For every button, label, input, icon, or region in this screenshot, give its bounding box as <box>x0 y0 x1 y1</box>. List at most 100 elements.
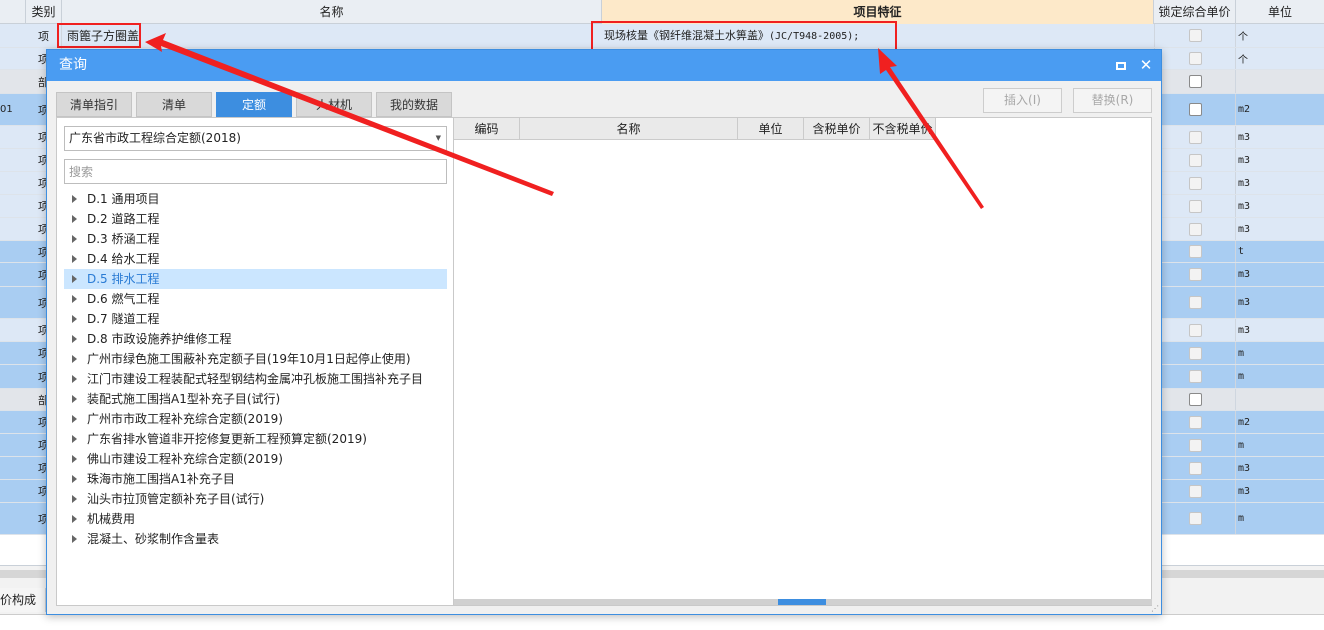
grid-header-unit[interactable]: 单位 <box>1236 0 1324 24</box>
expand-triangle-icon[interactable] <box>72 395 77 403</box>
row-unit <box>1236 70 1324 93</box>
expand-triangle-icon[interactable] <box>72 455 77 463</box>
grid-header-name[interactable]: 名称 <box>62 0 602 24</box>
tree-item[interactable]: 机械费用 <box>64 509 447 529</box>
lock-checkbox[interactable] <box>1154 195 1236 217</box>
col-header-unit[interactable]: 单位 <box>738 118 804 140</box>
row-index <box>0 48 26 69</box>
col-header-name[interactable]: 名称 <box>520 118 738 140</box>
row-unit <box>1236 389 1324 410</box>
bottom-table-header <box>0 614 1324 630</box>
dialog-titlebar[interactable]: 查询 ✕ <box>47 50 1161 81</box>
tree-item[interactable]: D.4 给水工程 <box>64 249 447 269</box>
lock-checkbox[interactable] <box>1154 342 1236 364</box>
row-unit: m3 <box>1238 485 1251 497</box>
col-header-code[interactable]: 编码 <box>454 118 520 140</box>
row-index <box>0 70 26 93</box>
row-index <box>0 195 26 217</box>
lock-checkbox[interactable] <box>1154 48 1236 69</box>
lock-checkbox[interactable] <box>1154 411 1236 433</box>
lock-checkbox[interactable] <box>1154 434 1236 456</box>
lock-checkbox[interactable] <box>1154 24 1236 47</box>
name-highlight-box <box>57 23 141 48</box>
search-input[interactable] <box>64 159 447 184</box>
lock-checkbox[interactable] <box>1154 365 1236 388</box>
tab-price-composition[interactable]: 价构成 <box>0 588 46 612</box>
lock-checkbox[interactable] <box>1154 172 1236 194</box>
expand-triangle-icon[interactable] <box>72 435 77 443</box>
row-index <box>0 287 26 318</box>
expand-triangle-icon[interactable] <box>72 195 77 203</box>
expand-triangle-icon[interactable] <box>72 335 77 343</box>
chevron-down-icon[interactable]: ▼ <box>436 127 441 150</box>
tab-my-data[interactable]: 我的数据 <box>376 92 452 117</box>
tree-item[interactable]: D.3 桥涵工程 <box>64 229 447 249</box>
lock-checkbox[interactable] <box>1154 389 1236 410</box>
tree-item[interactable]: 混凝土、砂浆制作含量表 <box>64 529 447 549</box>
expand-triangle-icon[interactable] <box>72 275 77 283</box>
maximize-icon[interactable] <box>1112 56 1130 74</box>
lock-checkbox[interactable] <box>1154 149 1236 171</box>
expand-triangle-icon[interactable] <box>72 355 77 363</box>
tab-labor-material-machine[interactable]: 人材机 <box>296 92 372 117</box>
row-index: 01 <box>0 104 13 115</box>
grid-header-lock[interactable]: 锁定综合单价 <box>1154 0 1236 24</box>
tree-item[interactable]: 广东省排水管道非开挖修复更新工程预算定额(2019) <box>64 429 447 449</box>
replace-button[interactable]: 替换(R) <box>1073 88 1152 113</box>
lock-checkbox[interactable] <box>1154 70 1236 93</box>
tree-item[interactable]: 装配式施工围挡A1型补充子目(试行) <box>64 389 447 409</box>
resize-grip-icon[interactable]: ⋰ <box>1151 604 1159 613</box>
lock-checkbox[interactable] <box>1154 287 1236 318</box>
tree-item[interactable]: 汕头市拉顶管定额补充子目(试行) <box>64 489 447 509</box>
lock-checkbox[interactable] <box>1154 319 1236 341</box>
expand-triangle-icon[interactable] <box>72 215 77 223</box>
expand-triangle-icon[interactable] <box>72 415 77 423</box>
row-unit: m3 <box>1238 324 1251 336</box>
lock-checkbox[interactable] <box>1154 457 1236 479</box>
tab-quota[interactable]: 定额 <box>216 92 292 117</box>
expand-triangle-icon[interactable] <box>72 375 77 383</box>
tree-item[interactable]: 珠海市施工围挡A1补充子目 <box>64 469 447 489</box>
tab-bill[interactable]: 清单 <box>136 92 212 117</box>
lock-checkbox[interactable] <box>1154 126 1236 148</box>
row-unit: m3 <box>1238 269 1251 280</box>
row-index <box>0 263 26 286</box>
insert-button[interactable]: 插入(I) <box>983 88 1062 113</box>
tree-item[interactable]: D.1 通用项目 <box>64 189 447 209</box>
col-header-notax-price[interactable]: 不含税单价 <box>870 118 936 140</box>
expand-triangle-icon[interactable] <box>72 315 77 323</box>
expand-triangle-icon[interactable] <box>72 255 77 263</box>
tree-item[interactable]: D.6 燃气工程 <box>64 289 447 309</box>
lock-checkbox[interactable] <box>1154 263 1236 286</box>
tree-item[interactable]: D.8 市政设施养护维修工程 <box>64 329 447 349</box>
lock-checkbox[interactable] <box>1154 241 1236 262</box>
grid-header-type[interactable]: 类别 <box>26 0 62 24</box>
row-unit: m3 <box>1238 154 1251 166</box>
lock-checkbox[interactable] <box>1154 503 1236 534</box>
tree-item[interactable]: 广州市绿色施工围蔽补充定额子目(19年10月1日起停止使用) <box>64 349 447 369</box>
tree-item[interactable]: 佛山市建设工程补充综合定额(2019) <box>64 449 447 469</box>
expand-triangle-icon[interactable] <box>72 475 77 483</box>
quota-library-select[interactable]: 广东省市政工程综合定额(2018) ▼ <box>64 126 447 151</box>
expand-triangle-icon[interactable] <box>72 495 77 503</box>
tree-item[interactable]: 江门市建设工程装配式轻型钢结构金属冲孔板施工围挡补充子目 <box>64 369 447 389</box>
col-header-tax-price[interactable]: 含税单价 <box>804 118 870 140</box>
results-scrollbar[interactable] <box>454 599 1152 605</box>
expand-triangle-icon[interactable] <box>72 535 77 543</box>
lock-checkbox[interactable] <box>1154 218 1236 240</box>
scrollbar-thumb[interactable] <box>778 599 826 605</box>
tree-item[interactable]: D.2 道路工程 <box>64 209 447 229</box>
tree-item[interactable]: D.5 排水工程 <box>64 269 447 289</box>
tree-item[interactable]: 广州市市政工程补充综合定额(2019) <box>64 409 447 429</box>
tab-bill-guide[interactable]: 清单指引 <box>56 92 132 117</box>
tree-item-label: 装配式施工围挡A1型补充子目(试行) <box>87 392 281 406</box>
expand-triangle-icon[interactable] <box>72 515 77 523</box>
expand-triangle-icon[interactable] <box>72 295 77 303</box>
lock-checkbox[interactable] <box>1154 480 1236 502</box>
expand-triangle-icon[interactable] <box>72 235 77 243</box>
close-icon[interactable]: ✕ <box>1137 56 1155 74</box>
quota-tree: D.1 通用项目 D.2 道路工程 D.3 桥涵工程 D.4 给水工程 D.5 排水工程… <box>64 189 447 549</box>
lock-checkbox[interactable] <box>1154 94 1236 125</box>
tree-item-label: D.2 道路工程 <box>87 212 160 226</box>
tree-item[interactable]: D.7 隧道工程 <box>64 309 447 329</box>
